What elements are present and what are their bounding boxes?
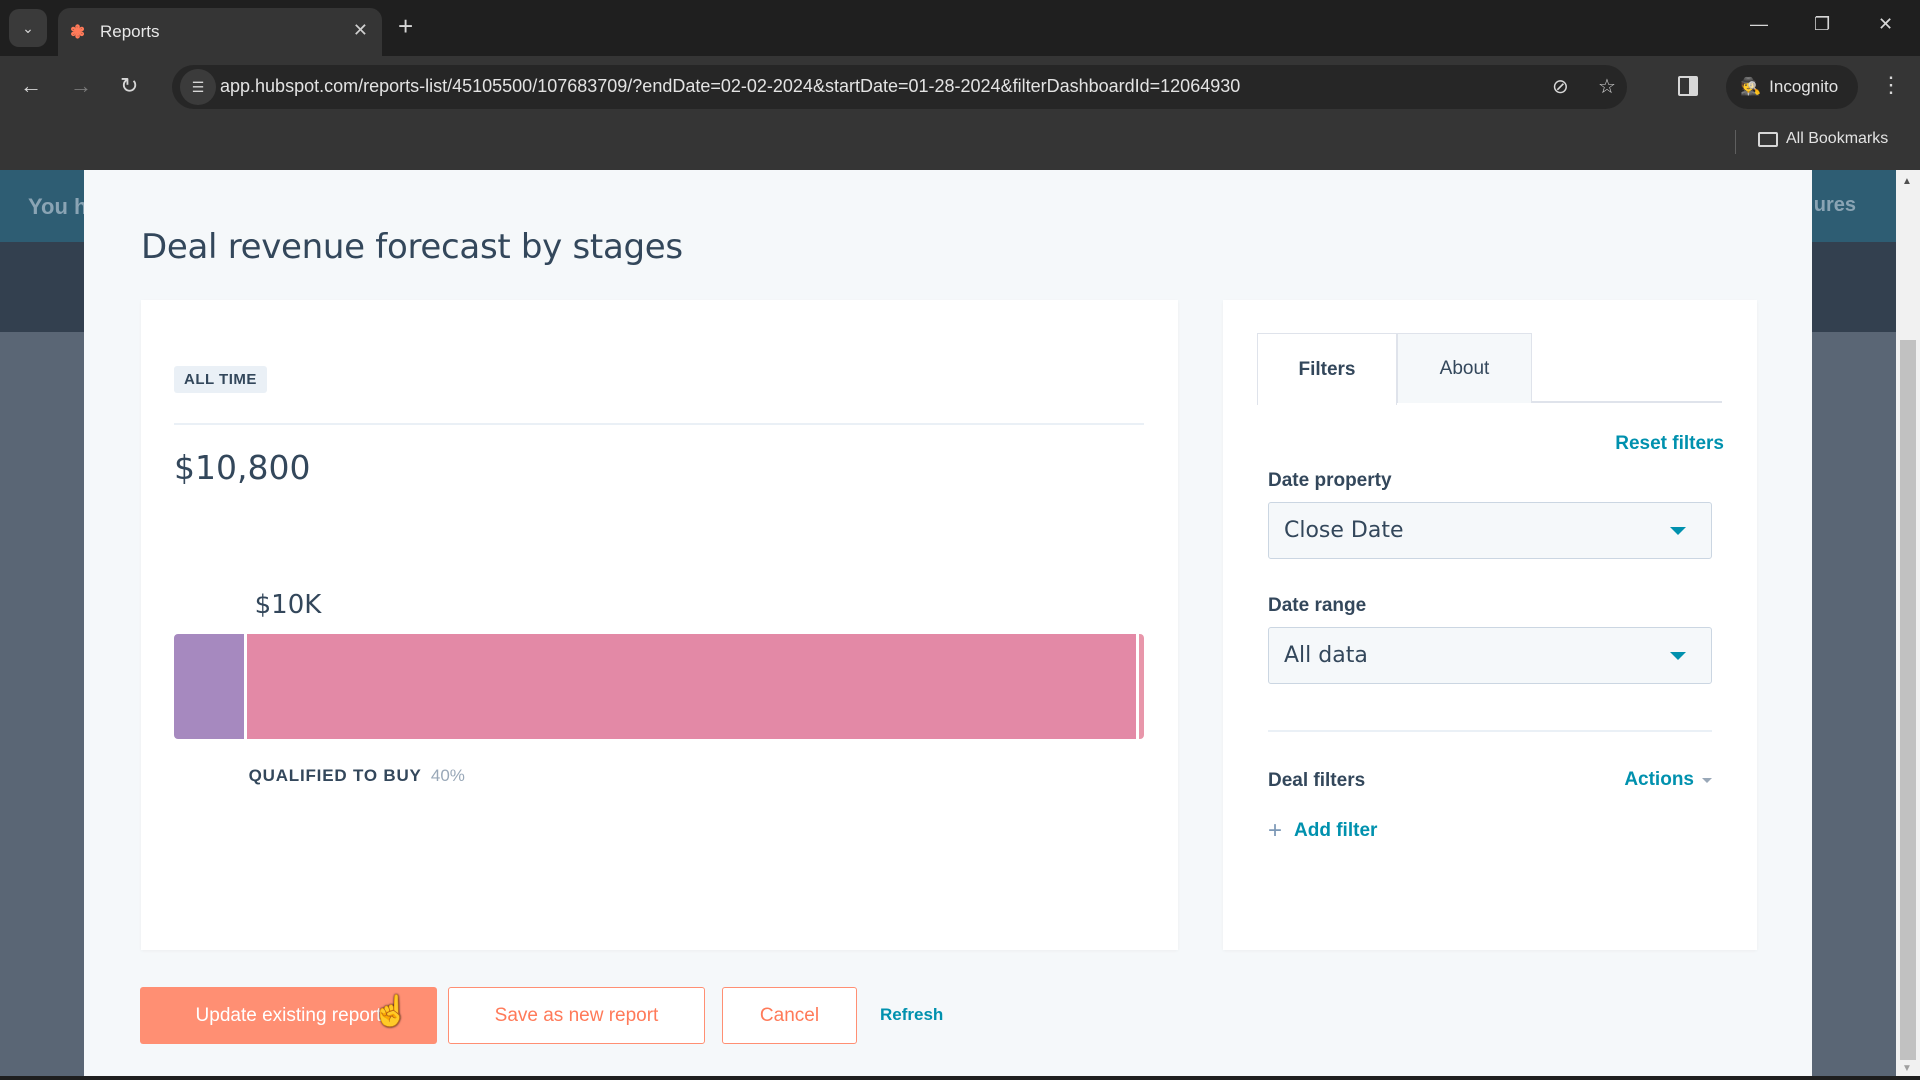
refresh-link[interactable]: Refresh bbox=[880, 1005, 943, 1025]
stage-probability: 40% bbox=[430, 766, 465, 785]
reset-filters-link[interactable]: Reset filters bbox=[1615, 433, 1724, 455]
address-bar[interactable]: ☰ app.hubspot.com/reports-list/45105500/… bbox=[172, 65, 1627, 109]
incognito-button[interactable]: 🕵 Incognito bbox=[1726, 65, 1858, 109]
add-filter-button[interactable]: + Add filter bbox=[1268, 817, 1378, 844]
actions-dropdown[interactable]: Actions bbox=[1624, 769, 1712, 791]
taskbar-edge bbox=[0, 1076, 1920, 1080]
plus-icon: + bbox=[1268, 817, 1283, 844]
chart-card: ALL TIME $10,800 $10K QUALIFIED TO BUY 4… bbox=[141, 300, 1178, 950]
caret-down-icon bbox=[1702, 777, 1712, 783]
scrollbar-thumb[interactable] bbox=[1900, 340, 1916, 1060]
all-bookmarks-label: All Bookmarks bbox=[1786, 130, 1889, 147]
restore-icon[interactable]: ❐ bbox=[1814, 14, 1830, 35]
eye-off-icon[interactable]: ⊘ bbox=[1552, 74, 1569, 99]
date-property-label: Date property bbox=[1268, 470, 1392, 491]
incognito-label: Incognito bbox=[1769, 77, 1839, 96]
chevron-down-icon: ⌄ bbox=[22, 19, 34, 36]
bookmarks-bar: All Bookmarks bbox=[0, 118, 1920, 170]
incognito-icon: 🕵 bbox=[1740, 77, 1762, 96]
scroll-down-icon[interactable]: ▼ bbox=[1902, 1063, 1912, 1074]
bar-segment[interactable] bbox=[246, 634, 1136, 739]
star-icon[interactable]: ☆ bbox=[1598, 74, 1616, 99]
backdrop-right-text: ures bbox=[1813, 194, 1856, 216]
tab-about[interactable]: About bbox=[1397, 333, 1532, 403]
close-icon[interactable]: ✕ bbox=[353, 20, 368, 41]
arrow-right-icon[interactable]: → bbox=[70, 74, 92, 98]
add-filter-label: Add filter bbox=[1294, 820, 1378, 841]
total-value: $10,800 bbox=[174, 448, 311, 487]
caret-down-icon bbox=[1670, 652, 1686, 660]
url-text[interactable]: app.hubspot.com/reports-list/45105500/10… bbox=[220, 76, 1240, 97]
caret-down-icon bbox=[1670, 527, 1686, 535]
minimize-icon[interactable]: — bbox=[1750, 14, 1768, 35]
stage-name: QUALIFIED TO BUY bbox=[248, 766, 422, 785]
stacked-bar-chart: $10K QUALIFIED TO BUY 40% bbox=[174, 590, 1144, 790]
date-range-label: Date range bbox=[1268, 595, 1367, 616]
bar-track bbox=[174, 634, 1144, 739]
bar-segment[interactable] bbox=[1138, 634, 1144, 739]
window-close-icon[interactable]: ✕ bbox=[1878, 14, 1893, 35]
kebab-menu-icon[interactable]: ⋮ bbox=[1880, 72, 1902, 98]
page-scrollbar[interactable]: ▲ ▼ bbox=[1896, 170, 1920, 1080]
browser-tabstrip: ⌄ ❃ Reports ✕ + — ❐ ✕ bbox=[0, 0, 1920, 56]
tab-search-button[interactable]: ⌄ bbox=[9, 9, 47, 47]
side-panel-icon[interactable] bbox=[1678, 76, 1698, 96]
all-bookmarks-button[interactable]: All Bookmarks bbox=[1758, 130, 1888, 148]
modal-title: Deal revenue forecast by stages bbox=[141, 227, 683, 267]
bookmarks-separator bbox=[1735, 130, 1736, 154]
scroll-up-icon[interactable]: ▲ bbox=[1902, 176, 1912, 187]
report-modal: Deal revenue forecast by stages ALL TIME… bbox=[84, 170, 1812, 1080]
tab-title: Reports bbox=[100, 22, 160, 41]
segment-value-label: $10K bbox=[254, 590, 322, 620]
bar-segment[interactable] bbox=[174, 634, 244, 739]
reload-icon[interactable]: ↻ bbox=[120, 74, 138, 98]
plus-icon: + bbox=[398, 11, 414, 41]
date-range-value: All data bbox=[1284, 643, 1368, 668]
save-as-new-report-button[interactable]: Save as new report bbox=[448, 987, 705, 1044]
tune-icon[interactable]: ☰ bbox=[180, 69, 216, 105]
folder-icon bbox=[1758, 131, 1778, 147]
hand-pointer-cursor-icon: ☝ bbox=[372, 995, 410, 1028]
deal-filters-label: Deal filters bbox=[1268, 770, 1366, 791]
new-tab-button[interactable]: + bbox=[398, 12, 413, 40]
filters-panel: Filters About Reset filters Date propert… bbox=[1223, 300, 1757, 950]
tab-filters[interactable]: Filters bbox=[1257, 333, 1397, 405]
panel-tabs: Filters About bbox=[1257, 333, 1722, 405]
segment-stage-label: QUALIFIED TO BUY 40% bbox=[249, 766, 465, 786]
backdrop-banner-text: You h bbox=[28, 194, 88, 219]
hubspot-sprocket-icon: ❃ bbox=[70, 22, 86, 42]
arrow-left-icon[interactable]: ← bbox=[20, 74, 42, 98]
cancel-button[interactable]: Cancel bbox=[722, 987, 857, 1044]
range-badge: ALL TIME bbox=[174, 366, 267, 393]
panel-divider bbox=[1268, 730, 1712, 732]
card-divider bbox=[174, 423, 1144, 425]
browser-tab[interactable]: ❃ Reports ✕ bbox=[58, 8, 382, 56]
browser-toolbar: ← → ↻ ☰ app.hubspot.com/reports-list/451… bbox=[0, 56, 1920, 118]
date-property-value: Close Date bbox=[1284, 518, 1404, 543]
actions-label: Actions bbox=[1624, 769, 1694, 790]
date-property-select[interactable]: Close Date bbox=[1268, 502, 1712, 559]
date-range-select[interactable]: All data bbox=[1268, 627, 1712, 684]
